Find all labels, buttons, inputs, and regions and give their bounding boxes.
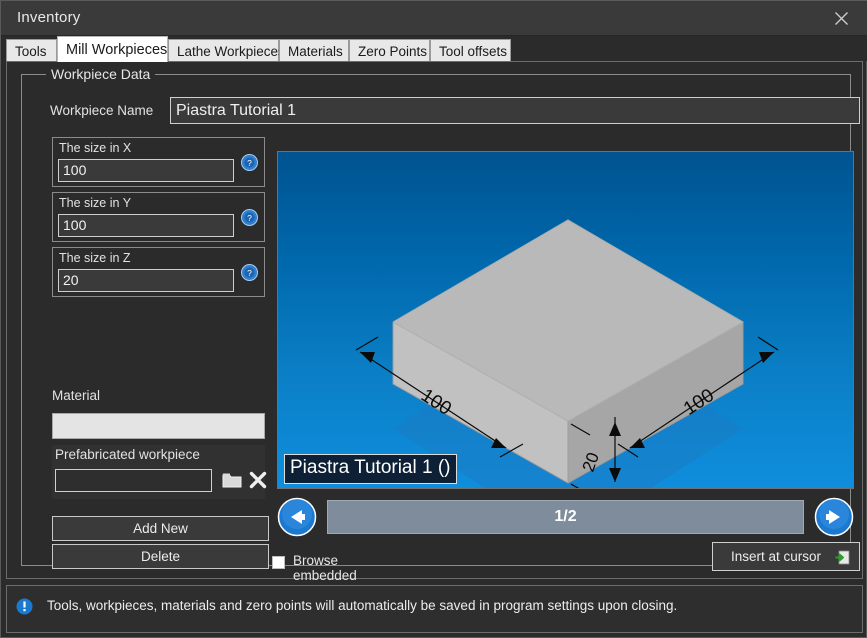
info-icon bbox=[16, 598, 33, 615]
size-z-field: The size in Z 20 ? bbox=[52, 247, 265, 297]
prefabricated-workpiece-input[interactable] bbox=[55, 469, 212, 492]
workpiece-data-group: Workpiece Data Workpiece Name Piastra Tu… bbox=[21, 66, 860, 583]
close-button[interactable] bbox=[814, 1, 867, 35]
help-icon[interactable]: ? bbox=[241, 209, 258, 226]
inventory-window: Inventory Tools Mill Workpieces Lathe Wo… bbox=[0, 0, 867, 638]
next-button[interactable] bbox=[814, 497, 854, 537]
material-label: Material bbox=[52, 388, 101, 403]
tab-zero-points[interactable]: Zero Points bbox=[349, 39, 430, 61]
size-x-label: The size in X bbox=[59, 141, 132, 155]
tab-tool-offsets[interactable]: Tool offsets bbox=[430, 39, 511, 61]
tab-tools[interactable]: Tools bbox=[6, 39, 57, 61]
status-bar: Tools, workpieces, materials and zero po… bbox=[6, 585, 863, 633]
previous-button[interactable] bbox=[277, 497, 317, 537]
browse-embedded-label: Browse embedded bbox=[293, 553, 357, 583]
tab-mill-workpieces[interactable]: Mill Workpieces bbox=[57, 36, 168, 62]
insert-at-cursor-label: Insert at cursor bbox=[731, 549, 822, 564]
tab-lathe-workpieces[interactable]: Lathe Workpieces bbox=[168, 39, 285, 61]
workpiece-preview[interactable]: 100 100 20 Piastra Tutorial 1 () bbox=[277, 151, 854, 489]
tab-content-mill-workpieces: Workpiece Data Workpiece Name Piastra Tu… bbox=[6, 61, 863, 583]
workpiece-name-input[interactable]: Piastra Tutorial 1 bbox=[170, 97, 860, 124]
size-y-field: The size in Y 100 ? bbox=[52, 192, 265, 242]
tab-strip: Tools Mill Workpieces Lathe Workpieces M… bbox=[1, 36, 867, 62]
window-title: Inventory bbox=[17, 9, 81, 26]
prefabricated-workpiece-label: Prefabricated workpiece bbox=[55, 447, 200, 462]
svg-text:?: ? bbox=[247, 213, 252, 223]
folder-icon[interactable] bbox=[222, 471, 242, 489]
add-new-button[interactable]: Add New bbox=[52, 516, 269, 541]
size-z-label: The size in Z bbox=[59, 251, 131, 265]
insert-at-cursor-button[interactable]: Insert at cursor bbox=[712, 542, 860, 571]
tab-materials[interactable]: Materials bbox=[279, 39, 349, 61]
page-indicator[interactable]: 1/2 bbox=[327, 500, 804, 534]
status-message: Tools, workpieces, materials and zero po… bbox=[47, 598, 678, 613]
size-x-field: The size in X 100 ? bbox=[52, 137, 265, 187]
size-y-input[interactable]: 100 bbox=[58, 214, 234, 237]
preview-caption: Piastra Tutorial 1 () bbox=[284, 454, 457, 484]
workpiece-data-group-title: Workpiece Data bbox=[46, 66, 156, 82]
size-z-input[interactable]: 20 bbox=[58, 269, 234, 292]
close-icon bbox=[834, 11, 848, 25]
preview-navigation: 1/2 bbox=[277, 495, 854, 539]
size-x-input[interactable]: 100 bbox=[58, 159, 234, 182]
title-bar: Inventory bbox=[1, 1, 867, 36]
prefabricated-workpiece-section: Prefabricated workpiece bbox=[52, 445, 268, 499]
help-icon[interactable]: ? bbox=[241, 154, 258, 171]
help-icon[interactable]: ? bbox=[241, 264, 258, 281]
browse-embedded-checkbox[interactable] bbox=[272, 556, 285, 569]
workpiece-3d-render: 100 100 20 bbox=[355, 219, 779, 488]
svg-text:?: ? bbox=[247, 158, 252, 168]
size-y-label: The size in Y bbox=[59, 196, 132, 210]
material-select[interactable] bbox=[52, 413, 265, 439]
svg-text:?: ? bbox=[247, 268, 252, 278]
close-x-icon[interactable] bbox=[248, 470, 268, 490]
workpiece-name-label: Workpiece Name bbox=[50, 103, 154, 118]
insert-document-icon bbox=[835, 550, 850, 565]
delete-button[interactable]: Delete bbox=[52, 544, 269, 569]
